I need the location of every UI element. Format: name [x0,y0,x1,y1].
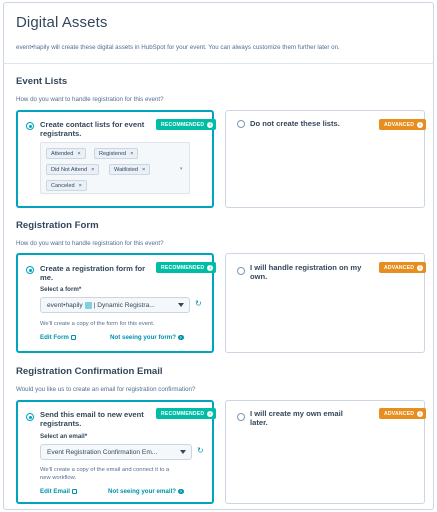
info-icon: i [207,410,214,417]
option-label-no-lists: Do not create these lists. [250,119,340,128]
page-title: Digital Assets [16,14,108,31]
refresh-icon[interactable]: ↻ [197,446,204,455]
recommended-badge: RECOMMENDED i [156,408,217,419]
form-select-label: Select a form* [40,286,82,293]
remove-chip-icon[interactable]: × [142,167,145,173]
badge-text: RECOMMENDED [161,264,205,271]
external-link-icon [71,489,77,494]
form-type-icon [84,301,92,309]
chip-label: Waitlisted [114,166,139,173]
section-title-confirmation-email: Registration Confirmation Email [16,366,163,377]
info-icon: i [417,410,424,417]
remove-chip-icon[interactable]: × [79,183,82,189]
badge-text: ADVANCED [384,410,415,417]
recommended-badge: RECOMMENDED i [156,262,217,273]
radio-own-registration[interactable] [237,267,245,275]
chip-label: Did Not Attend [51,166,88,173]
badge-text: ADVANCED [384,121,415,128]
section-title-registration-form: Registration Form [16,220,99,231]
email-select[interactable]: Event Registration Confirmation Em... [40,444,192,460]
advanced-badge: ADVANCED i [379,408,427,419]
chevron-down-icon [180,450,186,454]
chip-label: Canceled [51,182,75,189]
advanced-badge: ADVANCED i [379,119,427,130]
form-help-label: Not seeing your form? [110,334,177,341]
refresh-icon[interactable]: ↻ [195,299,202,308]
form-select[interactable]: event•hapily | Dynamic Registra... [40,297,190,313]
option-label-create-form: Create a registration form for me. [40,264,146,282]
advanced-badge: ADVANCED i [379,262,427,273]
chip-label: Registered [99,150,127,157]
info-icon: i [417,264,424,271]
radio-create-lists[interactable] [26,122,34,130]
radio-own-email[interactable] [237,413,245,421]
option-label-own-email: I will create my own email later. [250,409,343,427]
section-question-registration-form: How do you want to handle registration f… [16,240,164,247]
list-chip: Did Not Attend × [46,164,100,175]
section-title-event-lists: Event Lists [16,76,68,87]
chip-label: Attended [51,150,74,157]
remove-chip-icon[interactable]: × [130,151,133,157]
option-label-create-lists: Create contact lists for event registran… [40,120,145,138]
badge-text: ADVANCED [384,264,415,271]
section-question-confirmation-email: Would you like us to create an email for… [16,386,196,393]
edit-email-label: Edit Email [40,488,70,495]
email-help-label: Not seeing your email? [108,488,177,495]
email-select-label: Select an email* [40,433,88,440]
option-label-own-registration: I will handle registration on my own. [250,263,362,281]
section-question-event-lists: How do you want to handle registration f… [16,96,164,103]
list-chip: Registered × [94,148,139,159]
info-icon: i [207,121,214,128]
remove-chip-icon[interactable]: × [77,151,80,157]
chevron-down-icon[interactable]: ▾ [180,166,183,172]
option-label-send-email: Send this email to new event registrants… [40,410,144,428]
email-note: We'll create a copy of the email and con… [40,467,170,481]
recommended-badge: RECOMMENDED i [156,119,217,130]
info-icon: i [207,264,214,271]
chevron-down-icon [178,303,184,307]
divider [3,63,434,64]
list-chip: Attended × [46,148,86,159]
edit-email-link[interactable]: Edit Email [40,488,77,495]
page-subtitle: event•hapily will create these digital a… [16,44,340,51]
badge-text: RECOMMENDED [161,410,205,417]
radio-send-email[interactable] [26,413,34,421]
list-chip: Waitlisted × [109,164,151,175]
email-select-value: Event Registration Confirmation Em... [47,448,158,456]
external-link-icon [70,335,76,340]
radio-no-lists[interactable] [237,120,245,128]
select-value-suffix: | Dynamic Registra... [93,301,155,309]
badge-text: RECOMMENDED [161,121,205,128]
radio-create-form[interactable] [26,266,34,274]
edit-form-label: Edit Form [40,334,69,341]
info-icon: i [417,121,424,128]
form-note: We'll create a copy of the form for this… [40,321,155,327]
help-icon: ? [178,334,184,341]
list-chip: Canceled × [46,180,87,191]
email-help-link[interactable]: Not seeing your email? ? [108,488,184,495]
edit-form-link[interactable]: Edit Form [40,334,76,341]
help-icon: ? [178,488,184,495]
remove-chip-icon[interactable]: × [91,167,94,173]
select-value-prefix: event•hapily [47,301,83,309]
form-help-link[interactable]: Not seeing your form? ? [110,334,184,341]
